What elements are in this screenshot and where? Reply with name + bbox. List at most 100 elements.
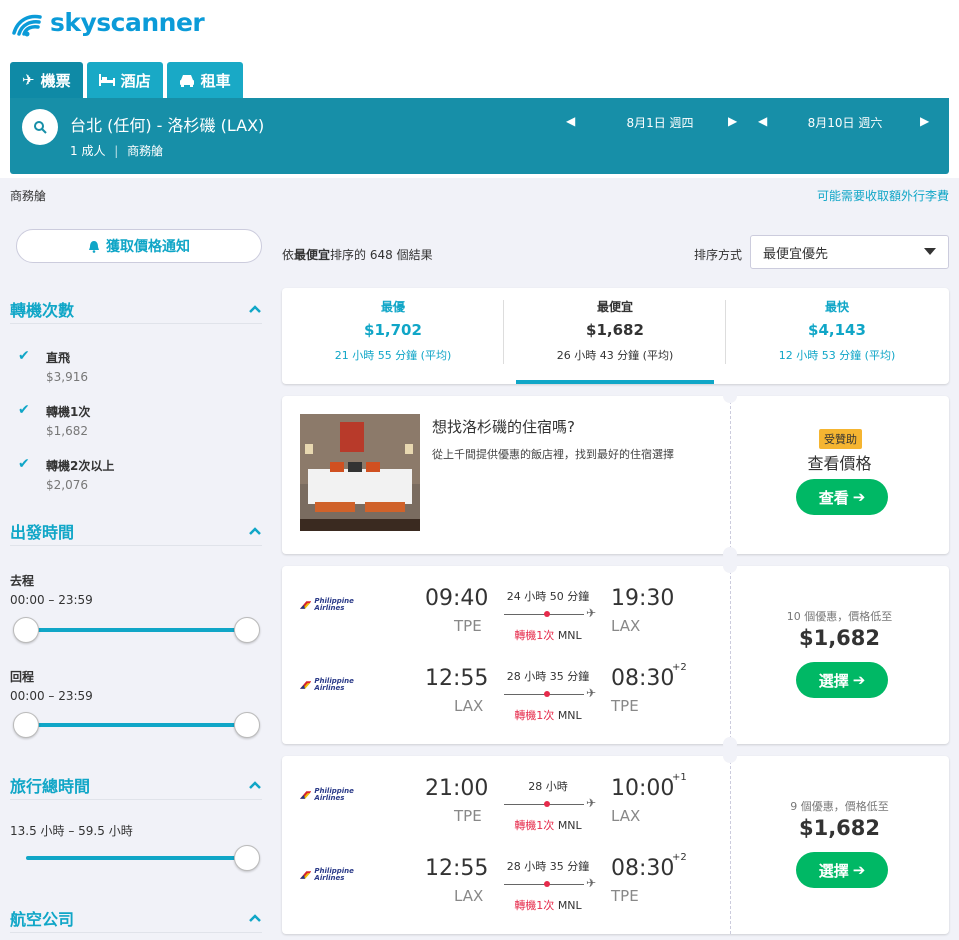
summary-fastest[interactable]: 最快 $4,143 12 小時 53 分鐘 (平均) bbox=[726, 298, 948, 363]
search-summary-bar[interactable]: 台北 (任何) - 洛杉磯 (LAX) 1 成人 | 商務艙 ◀ 8月1日 週四… bbox=[10, 98, 949, 174]
stop-airport: MNL bbox=[557, 709, 582, 722]
page: skyscanner ✈ 機票 酒店 租車 台北 (任何) - 洛杉磯 (LAX… bbox=[0, 0, 959, 940]
airline-name: Philippine Airlines bbox=[314, 787, 354, 802]
baggage-fee-link[interactable]: 可能需要收取額外行李費 bbox=[817, 187, 949, 204]
check-icon[interactable]: ✔ bbox=[18, 403, 32, 417]
card-divider bbox=[730, 396, 731, 554]
summary-label: 最快 bbox=[824, 300, 849, 314]
sort-selected: 最便宜優先 bbox=[763, 246, 829, 262]
arrow-right-icon: ➔ bbox=[852, 861, 866, 879]
airline-name: Philippine Airlines bbox=[314, 867, 354, 882]
day-offset: +1 bbox=[672, 772, 687, 783]
passenger-info[interactable]: 1 成人 | 商務艙 bbox=[70, 142, 163, 159]
depart-next-arrow[interactable]: ▶ bbox=[728, 114, 737, 128]
philippine-airlines-logo-icon bbox=[300, 601, 312, 609]
route-text[interactable]: 台北 (任何) - 洛杉磯 (LAX) bbox=[70, 112, 264, 136]
plane-icon: ✈ bbox=[22, 71, 35, 89]
price-alert-label: 獲取價格通知 bbox=[106, 239, 190, 255]
stops-info: 轉機1次 MNL bbox=[500, 627, 596, 643]
arrival-time: 08:30 bbox=[611, 856, 675, 881]
return-slider-track[interactable] bbox=[26, 723, 248, 727]
flight-result-card[interactable]: Philippine Airlines 21:00 TPE 28 小時 ✈ 轉機… bbox=[282, 749, 949, 934]
duration-range: 13.5 小時 – 59.5 小時 bbox=[10, 824, 133, 838]
stops-info: 轉機1次 MNL bbox=[500, 707, 596, 723]
flight-result-card[interactable]: Philippine Airlines 09:40 TPE 24 小時 50 分… bbox=[282, 559, 949, 751]
filter-depart-time-header[interactable]: 出發時間 bbox=[10, 516, 262, 546]
price-alert-button[interactable]: 獲取價格通知 bbox=[16, 229, 262, 263]
flight-price: $1,682 bbox=[798, 626, 881, 650]
hotel-ad-desc: 從上千間提供優惠的飯店裡，找到最好的住宿選擇 bbox=[432, 448, 674, 461]
summary-price: $1,702 bbox=[364, 321, 422, 339]
arrival-time: 10:00 bbox=[611, 776, 675, 801]
logo[interactable]: skyscanner bbox=[10, 8, 205, 37]
sort-dropdown[interactable]: 最便宜優先 bbox=[750, 235, 949, 269]
outbound-slider-max-handle[interactable] bbox=[234, 617, 260, 643]
button-label: 選擇 bbox=[818, 671, 849, 690]
return-slider-min-handle[interactable] bbox=[13, 712, 39, 738]
duration-slider-handle[interactable] bbox=[234, 845, 260, 871]
return-slider-max-handle[interactable] bbox=[234, 712, 260, 738]
header: skyscanner ✈ 機票 酒店 租車 台北 (任何) - 洛杉磯 (LAX… bbox=[0, 0, 959, 178]
return-date[interactable]: 8月10日 週六 bbox=[795, 114, 895, 131]
summary-duration: 21 小時 55 分鐘 (平均) bbox=[334, 349, 452, 362]
plane-icon: ✈ bbox=[586, 796, 597, 810]
outbound-slider-min-handle[interactable] bbox=[13, 617, 39, 643]
depart-prev-arrow[interactable]: ◀ bbox=[566, 114, 575, 128]
stop-option-label: 轉機2次以上 bbox=[46, 459, 115, 473]
button-label: 查看 bbox=[818, 488, 849, 507]
tab-hotels[interactable]: 酒店 bbox=[86, 62, 163, 98]
departure-airport: LAX bbox=[454, 697, 484, 715]
search-button[interactable] bbox=[22, 109, 58, 145]
day-offset: +2 bbox=[672, 662, 687, 673]
stop-dot bbox=[544, 881, 550, 887]
stops-count: 轉機1次 bbox=[514, 819, 555, 832]
arrival-time: 08:30 bbox=[611, 666, 675, 691]
check-icon[interactable]: ✔ bbox=[18, 457, 32, 471]
airline-logo: Philippine Airlines bbox=[300, 596, 360, 614]
duration-slider-track[interactable] bbox=[26, 856, 248, 860]
departure-airport: TPE bbox=[454, 807, 482, 825]
return-range: 00:00 – 23:59 bbox=[10, 689, 93, 703]
day-offset: +2 bbox=[672, 852, 687, 863]
departure-time: 12:55 bbox=[425, 856, 489, 881]
return-label: 回程 bbox=[10, 670, 35, 684]
separator: | bbox=[114, 144, 119, 158]
card-divider bbox=[730, 756, 731, 934]
outbound-slider-track[interactable] bbox=[26, 628, 248, 632]
plane-icon: ✈ bbox=[586, 876, 597, 890]
stop-option-label: 直飛 bbox=[46, 351, 71, 365]
sort-summary-tabs: 最優 $1,702 21 小時 55 分鐘 (平均) 最便宜 $1,682 26… bbox=[282, 288, 949, 384]
view-hotel-button[interactable]: 查看 ➔ bbox=[796, 479, 888, 515]
check-icon[interactable]: ✔ bbox=[18, 349, 32, 363]
stop-option-price: $3,916 bbox=[46, 370, 88, 384]
select-flight-button[interactable]: 選擇 ➔ bbox=[796, 852, 888, 888]
filter-airlines-header[interactable]: 航空公司 bbox=[10, 903, 262, 933]
flight-duration: 28 小時 35 分鐘 bbox=[506, 670, 590, 683]
tab-cars[interactable]: 租車 bbox=[166, 62, 243, 98]
arrival-airport: TPE bbox=[611, 697, 639, 715]
return-prev-arrow[interactable]: ◀ bbox=[758, 114, 767, 128]
button-label: 選擇 bbox=[818, 861, 849, 880]
caret-down-icon bbox=[924, 248, 936, 255]
filter-duration-header[interactable]: 旅行總時間 bbox=[10, 770, 262, 800]
return-next-arrow[interactable]: ▶ bbox=[920, 114, 929, 128]
flight-duration: 28 小時 35 分鐘 bbox=[506, 860, 590, 873]
depart-date[interactable]: 8月1日 週四 bbox=[615, 114, 705, 131]
summary-price: $1,682 bbox=[586, 321, 644, 339]
bed-icon bbox=[98, 74, 115, 86]
select-flight-button[interactable]: 選擇 ➔ bbox=[796, 662, 888, 698]
tab-flights[interactable]: ✈ 機票 bbox=[10, 62, 83, 98]
philippine-airlines-logo-icon bbox=[300, 681, 312, 689]
filter-stops-header[interactable]: 轉機次數 bbox=[10, 294, 262, 324]
car-icon bbox=[179, 74, 194, 87]
stops-info: 轉機1次 MNL bbox=[500, 817, 596, 833]
stop-airport: MNL bbox=[557, 629, 582, 642]
summary-cheapest[interactable]: 最便宜 $1,682 26 小時 43 分鐘 (平均) bbox=[504, 298, 726, 363]
airline-logo: Philippine Airlines bbox=[300, 786, 360, 804]
summary-duration: 12 小時 53 分鐘 (平均) bbox=[778, 349, 896, 362]
chevron-up-icon bbox=[249, 526, 261, 535]
chevron-up-icon bbox=[249, 304, 261, 313]
airline-logo: Philippine Airlines bbox=[300, 676, 360, 694]
summary-best[interactable]: 最優 $1,702 21 小時 55 分鐘 (平均) bbox=[282, 298, 504, 363]
deals-count: 10 個優惠，價格低至 bbox=[786, 610, 893, 623]
